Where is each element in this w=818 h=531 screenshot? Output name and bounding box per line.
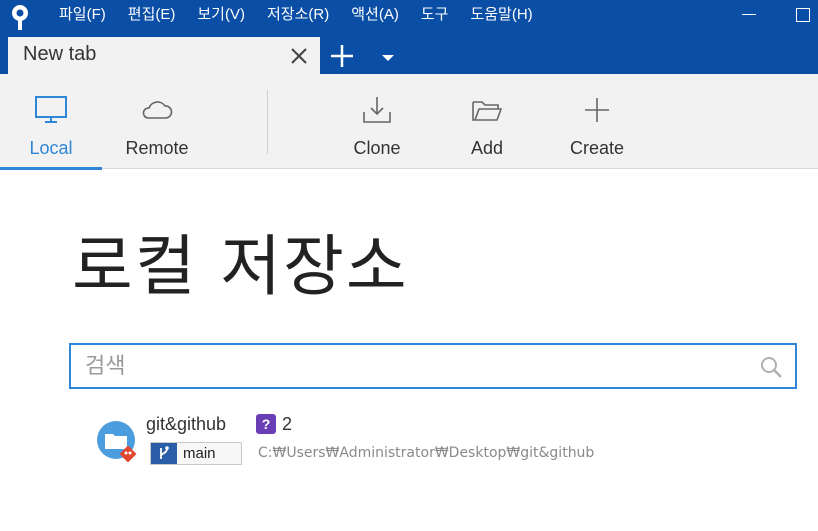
menu-tools[interactable]: 도구 — [410, 0, 460, 30]
tab-title: New tab — [23, 43, 97, 65]
menu-view[interactable]: 보기(V) — [186, 0, 256, 30]
clone-label: Clone — [353, 138, 401, 158]
menu-actions[interactable]: 액션(A) — [340, 0, 410, 30]
local-button[interactable]: Local — [0, 74, 102, 170]
plus-icon — [585, 98, 609, 122]
page-title: 로컬 저장소 — [72, 228, 409, 305]
close-icon[interactable] — [288, 45, 310, 67]
create-button[interactable]: Create — [547, 74, 647, 169]
menu-help[interactable]: 도움말(H) — [459, 0, 543, 30]
active-tab-indicator — [0, 167, 102, 170]
monitor-icon — [35, 96, 67, 123]
toolbar-divider — [267, 90, 268, 154]
menu-bar: 파일(F) 편집(E) 보기(V) 저장소(R) 액션(A) 도구 도움말(H) — [48, 0, 544, 30]
untracked-count: 2 — [282, 414, 293, 434]
add-label: Add — [470, 138, 504, 158]
search-box[interactable] — [69, 343, 797, 389]
chevron-down-icon[interactable] — [378, 48, 398, 66]
create-label: Create — [569, 138, 625, 158]
tab-new-tab[interactable]: New tab — [8, 37, 320, 74]
add-button[interactable]: Add — [437, 74, 537, 169]
repository-list-item[interactable]: git&github ? 2 main C:₩Users₩Administrat… — [92, 410, 792, 470]
branch-name: main — [183, 445, 216, 462]
maximize-button[interactable] — [788, 4, 818, 26]
new-tab-plus-icon[interactable] — [328, 42, 356, 70]
folder-git-icon — [97, 421, 137, 462]
local-label: Local — [29, 138, 73, 158]
remote-label: Remote — [125, 138, 189, 158]
menu-repository[interactable]: 저장소(R) — [256, 0, 340, 30]
clone-button[interactable]: Clone — [327, 74, 427, 169]
repository-name: git&github — [146, 414, 227, 434]
branch-icon — [151, 443, 177, 464]
title-bar: 파일(F) 편집(E) 보기(V) 저장소(R) 액션(A) 도구 도움말(H)… — [0, 0, 818, 74]
toolbar: Local Remote Clone Add Create — [0, 74, 818, 170]
remote-button[interactable]: Remote — [106, 74, 208, 169]
download-tray-icon — [363, 97, 391, 123]
menu-file[interactable]: 파일(F) — [48, 0, 117, 30]
sourcetree-logo-icon[interactable] — [6, 3, 34, 31]
folder-open-icon — [472, 101, 503, 121]
repository-path: C:₩Users₩Administrator₩Desktop₩git&githu… — [258, 445, 595, 461]
menu-edit[interactable]: 편집(E) — [117, 0, 187, 30]
untracked-status-badge: ? — [256, 414, 276, 434]
cloud-icon — [142, 101, 173, 119]
search-icon[interactable] — [759, 355, 783, 379]
minimize-button[interactable] — [736, 4, 766, 26]
branch-badge: main — [150, 442, 242, 465]
search-input[interactable] — [85, 351, 735, 381]
